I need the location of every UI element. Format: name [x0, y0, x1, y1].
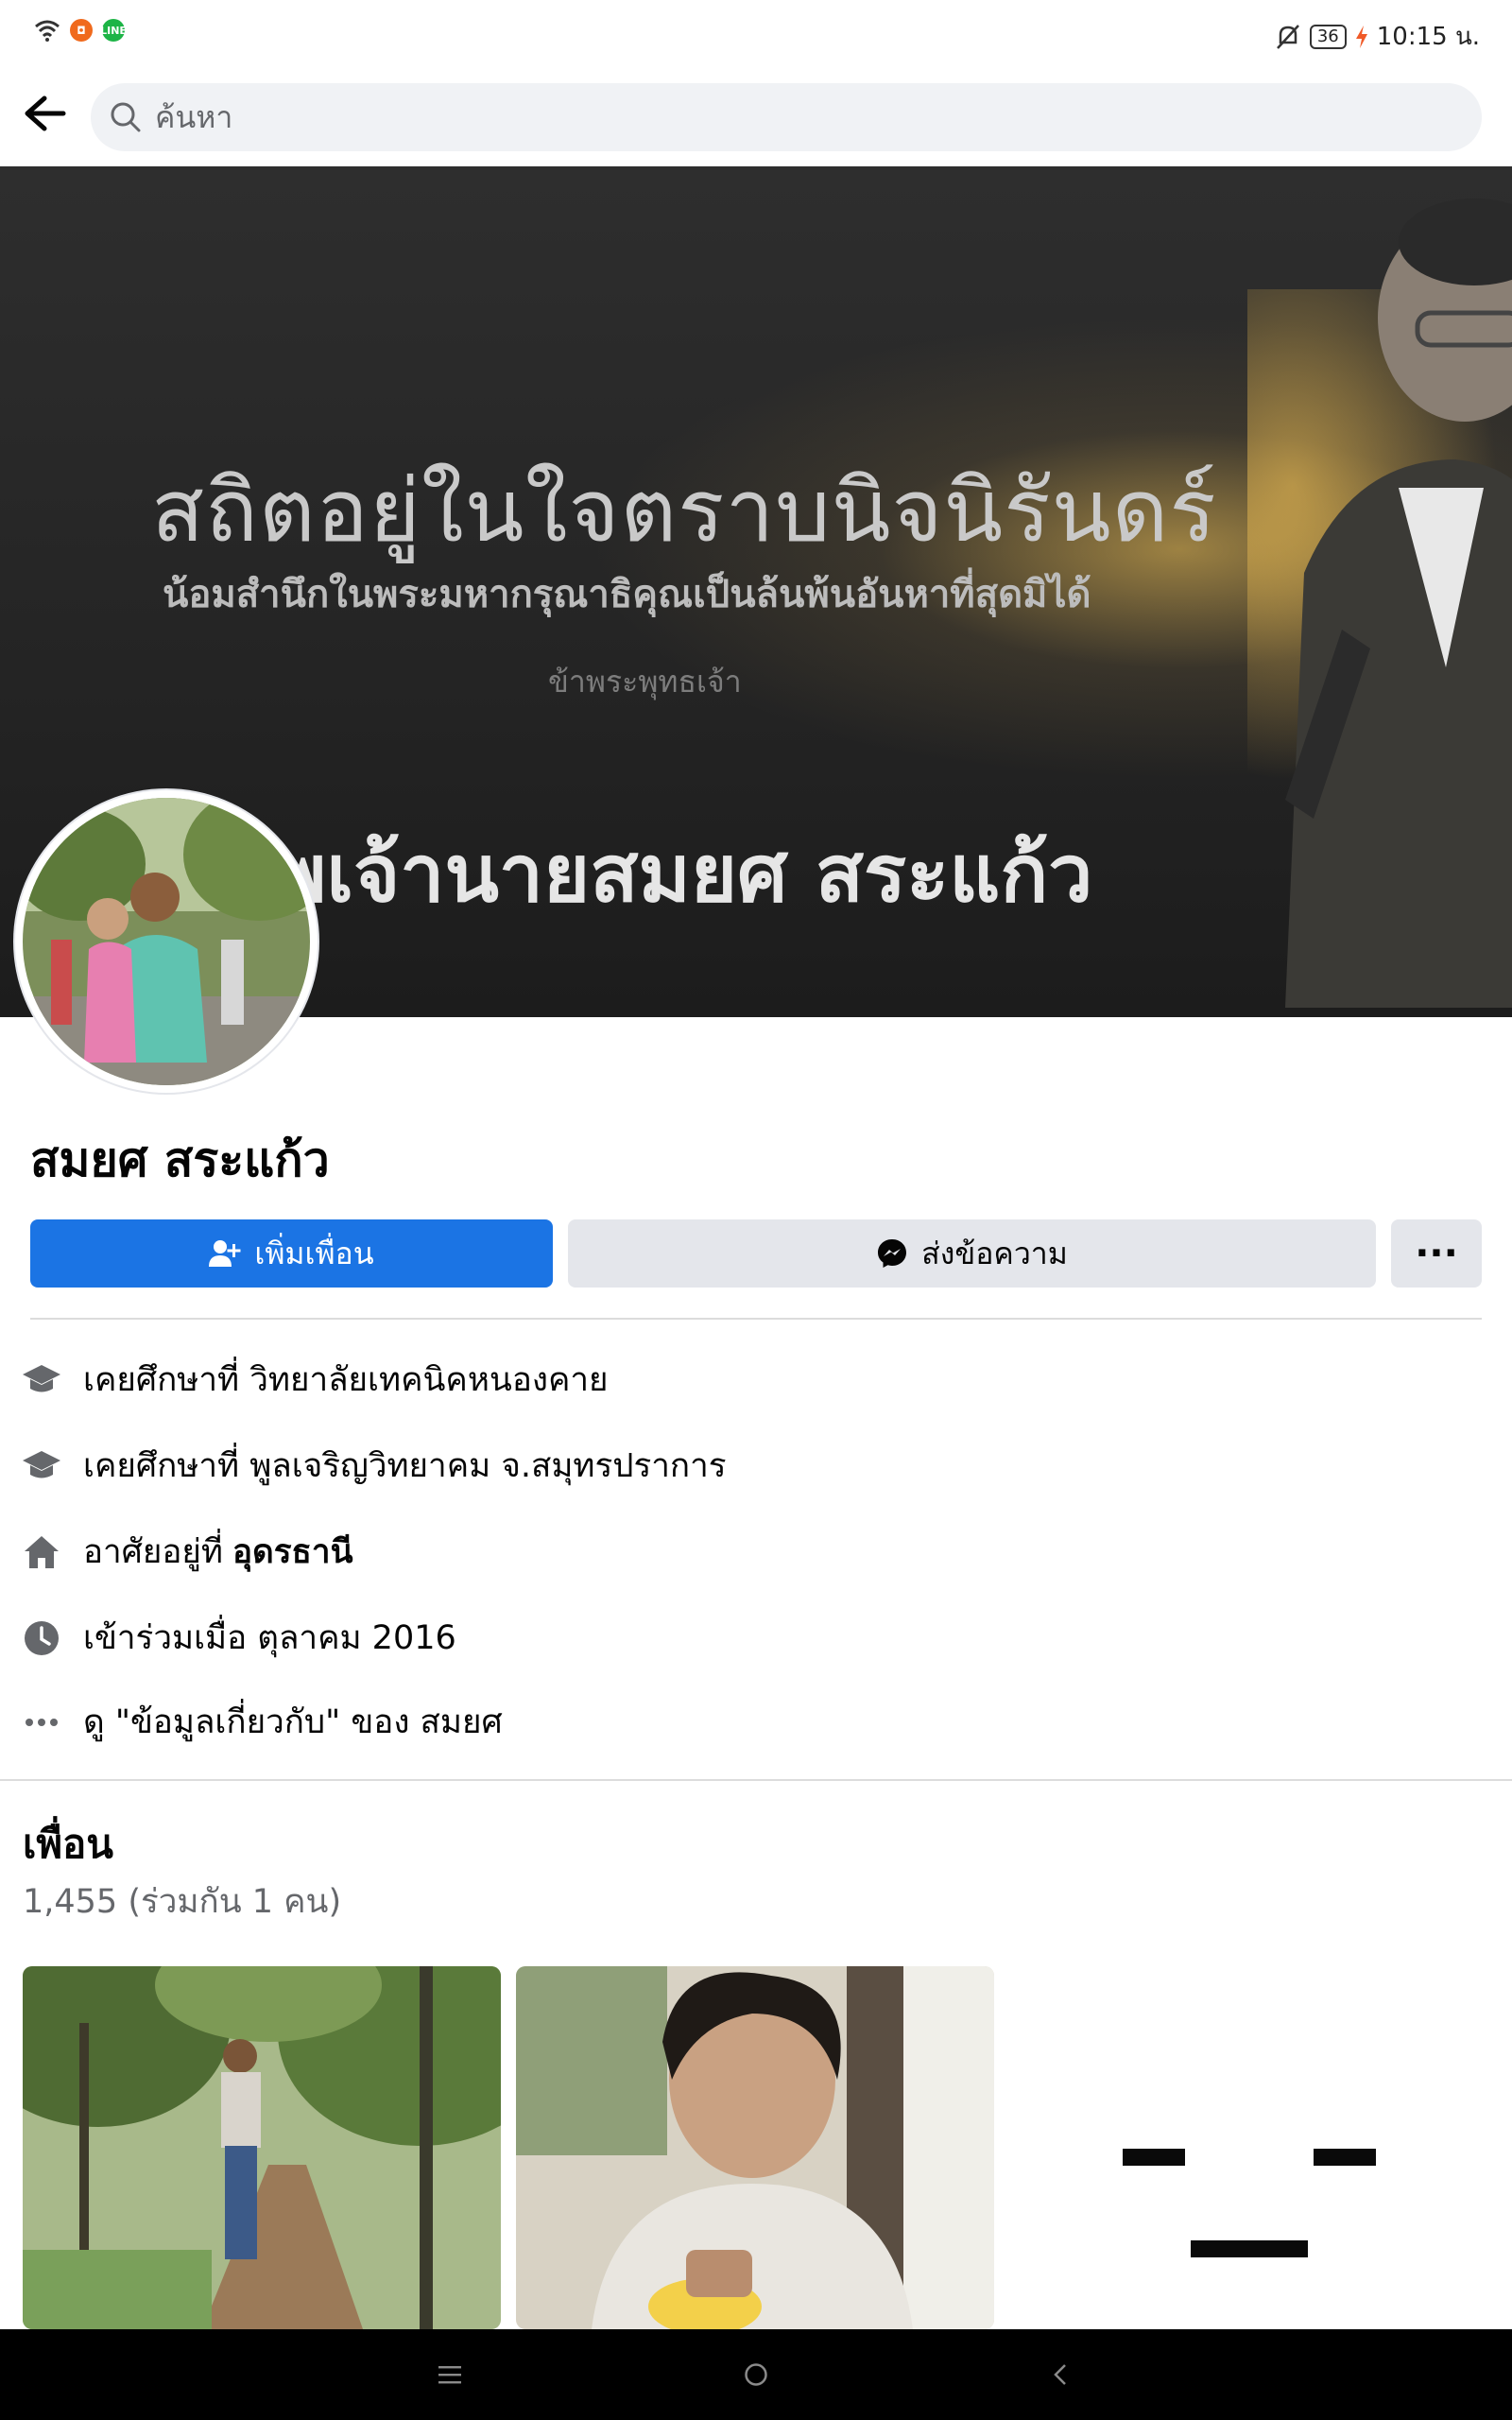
cover-name-text: พเจ้านายสมยศ สระแก้ว — [274, 827, 1093, 920]
info-education-1-text: เคยศึกษาที่ วิทยาลัยเทคนิคหนองคาย — [83, 1361, 609, 1399]
divider — [30, 1318, 1482, 1320]
friend-photo-placeholder — [1009, 1966, 1487, 2329]
status-bar-right: 36 10:15 น. — [1276, 17, 1480, 56]
cover-title: สถิตอยู่ในใจตราบนิจนิรันดร์ — [151, 460, 1217, 562]
add-friend-button[interactable]: เพิ่มเพื่อน — [30, 1219, 553, 1288]
messenger-icon — [878, 1239, 907, 1268]
more-options-button[interactable]: ··· — [1391, 1219, 1482, 1288]
mute-icon — [1276, 24, 1299, 49]
profile-name: สมยศ สระแก้ว — [30, 1132, 330, 1187]
recent-apps-button[interactable] — [421, 2352, 478, 2397]
friend-photo — [516, 1966, 994, 2329]
menu-icon — [438, 2366, 461, 2384]
home-circle-icon — [745, 2363, 767, 2386]
app-notification-icon: ◘ — [70, 19, 93, 42]
message-button[interactable]: ส่งข้อความ — [568, 1219, 1376, 1288]
friend-card[interactable] — [23, 1966, 501, 2329]
clock-icon — [21, 1617, 62, 1659]
more-dots-icon — [21, 1702, 62, 1743]
wifi-icon — [35, 20, 60, 42]
section-divider — [0, 1779, 1512, 1781]
profile-avatar[interactable] — [15, 790, 318, 1093]
avatar-photo — [23, 798, 310, 1085]
more-options-icon: ··· — [1415, 1232, 1458, 1275]
search-header — [0, 68, 1512, 166]
line-app-icon: LINE — [100, 19, 127, 42]
cover-subtitle: น้อมสำนึกในพระมหากรุณาธิคุณเป็นล้นพ้นอัน… — [163, 573, 1091, 616]
add-friend-icon — [209, 1240, 241, 1267]
back-arrow-icon — [25, 95, 66, 131]
info-joined: เข้าร่วมเมื่อ ตุลาคม 2016 — [21, 1612, 456, 1664]
cover-portrait — [1247, 199, 1512, 1008]
friend-photo — [23, 1966, 501, 2329]
battery-indicator: 36 — [1309, 24, 1347, 49]
friend-card[interactable] — [1009, 1966, 1487, 2329]
friend-card[interactable] — [516, 1966, 994, 2329]
graduation-cap-icon — [21, 1445, 62, 1487]
info-education-1: เคยศึกษาที่ วิทยาลัยเทคนิคหนองคาย — [21, 1354, 609, 1406]
info-see-about[interactable]: ดู "ข้อมูลเกี่ยวกับ" ของ สมยศ — [21, 1696, 503, 1748]
info-lives-prefix: อาศัยอยู่ที่ — [83, 1533, 223, 1571]
info-education-2-text: เคยศึกษาที่ พูลเจริญวิทยาคม จ.สมุทรปรากา… — [83, 1447, 727, 1485]
info-see-about-text[interactable]: ดู "ข้อมูลเกี่ยวกับ" ของ สมยศ — [83, 1696, 503, 1748]
clock: 10:15 น. — [1376, 23, 1480, 51]
home-icon — [21, 1531, 62, 1573]
system-navigation-bar — [0, 2329, 1512, 2420]
home-button[interactable] — [728, 2352, 784, 2397]
back-nav-button[interactable] — [1032, 2352, 1089, 2397]
info-lives-city[interactable]: อุดรธานี — [232, 1526, 353, 1578]
friends-section-title[interactable]: เพื่อน — [23, 1813, 113, 1876]
status-bar: ◘ LINE 36 10:15 น. — [0, 0, 1512, 68]
search-bar[interactable] — [91, 83, 1482, 151]
search-icon — [111, 102, 141, 132]
graduation-cap-icon — [21, 1359, 62, 1401]
info-lives-in: อาศัยอยู่ที่ อุดรธานี — [21, 1526, 353, 1578]
chevron-left-icon — [1054, 2364, 1066, 2385]
status-bar-left: ◘ LINE — [34, 19, 127, 42]
back-button[interactable] — [19, 87, 72, 140]
message-label: ส่งข้อความ — [921, 1235, 1068, 1271]
cover-small-text: ข้าพระพุทธเจ้า — [548, 664, 742, 700]
add-friend-label: เพิ่มเพื่อน — [254, 1235, 374, 1271]
info-education-2: เคยศึกษาที่ พูลเจริญวิทยาคม จ.สมุทรปรากา… — [21, 1440, 727, 1492]
search-input[interactable] — [155, 99, 1383, 135]
charging-icon — [1355, 25, 1367, 48]
friends-count: 1,455 (ร่วมกัน 1 คน) — [23, 1883, 342, 1921]
info-joined-text: เข้าร่วมเมื่อ ตุลาคม 2016 — [83, 1619, 456, 1657]
